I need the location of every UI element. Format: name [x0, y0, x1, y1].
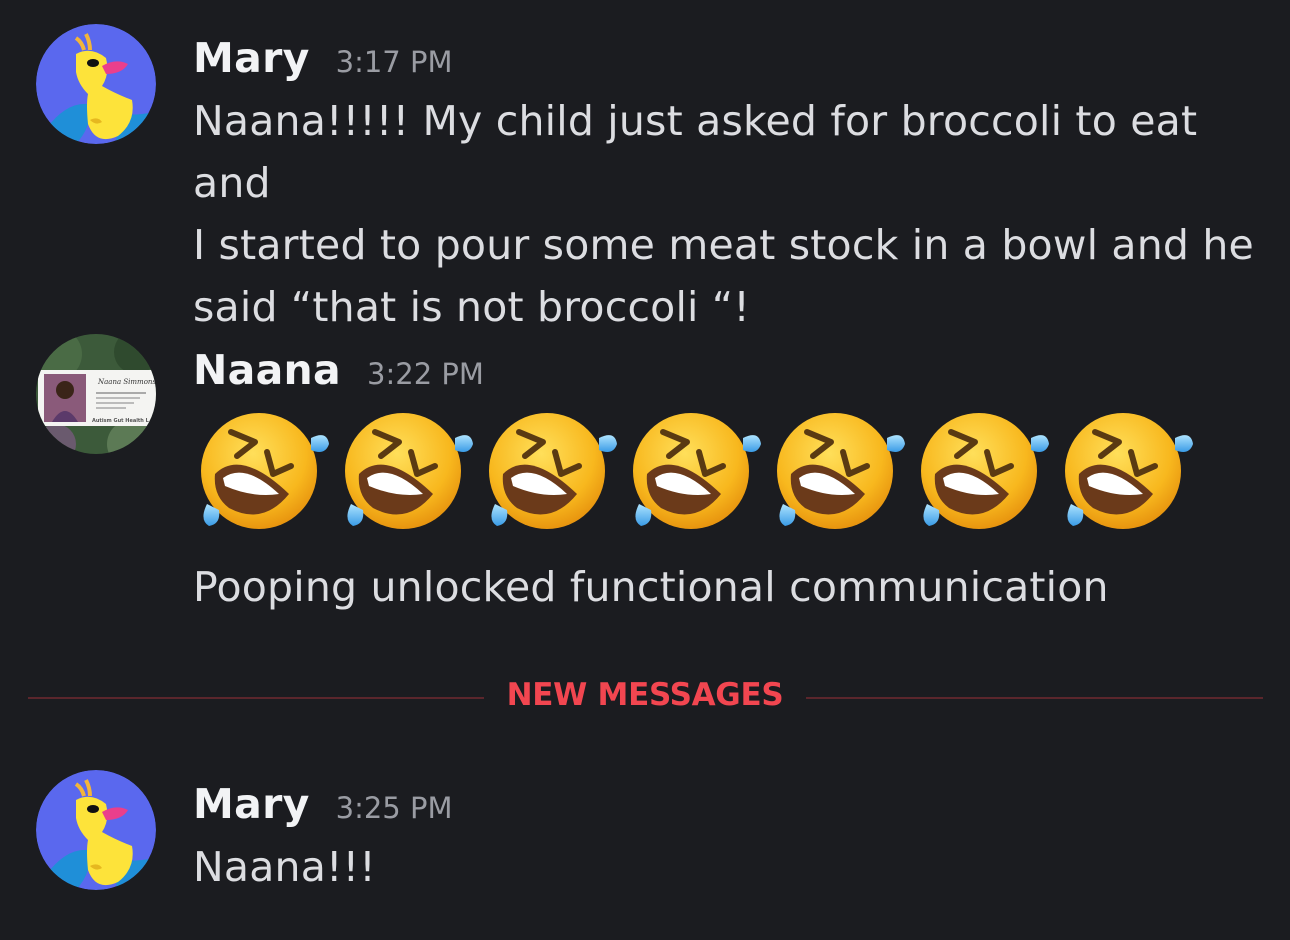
username[interactable]: Mary: [193, 780, 310, 828]
message-header: Mary 3:25 PM: [193, 780, 452, 828]
user-avatar[interactable]: [36, 24, 156, 144]
divider-line: [28, 697, 484, 699]
chat-messages: Mary 3:17 PM Naana!!!!! My child just as…: [0, 0, 1290, 940]
message-text: Pooping unlocked functional communicatio…: [193, 563, 1109, 611]
new-messages-divider: NEW MESSAGES: [28, 677, 1263, 713]
divider-line: [806, 697, 1263, 699]
message-line: said “that is not broccoli “!: [193, 283, 750, 331]
emoji-row: [193, 408, 1201, 533]
new-messages-label: NEW MESSAGES: [506, 677, 784, 713]
avatar-card-name: Naana Simmons: [97, 378, 156, 386]
user-avatar[interactable]: Naana Simmons Autism Gut Health L: [36, 334, 156, 454]
message-header: Naana 3:22 PM: [193, 346, 484, 394]
message-line: Naana!!!!! My child just asked for brocc…: [193, 97, 1198, 207]
user-avatar[interactable]: [36, 770, 156, 890]
message-header: Mary 3:17 PM: [193, 34, 452, 82]
username[interactable]: Mary: [193, 34, 310, 82]
rofl-emoji[interactable]: [337, 408, 481, 533]
rofl-emoji[interactable]: [913, 408, 1057, 533]
message-text: Naana!!!!! My child just asked for brocc…: [193, 90, 1273, 338]
timestamp: 3:17 PM: [335, 45, 453, 79]
timestamp: 3:22 PM: [367, 357, 484, 391]
duck-avatar-icon: [36, 24, 156, 144]
message-text: Naana!!!: [193, 843, 376, 891]
photo-avatar: Naana Simmons Autism Gut Health L: [36, 334, 156, 454]
rofl-emoji[interactable]: [481, 408, 625, 533]
rofl-emoji[interactable]: [625, 408, 769, 533]
duck-avatar-icon: [36, 770, 156, 890]
username[interactable]: Naana: [193, 346, 341, 394]
avatar-card-footer: Autism Gut Health L: [92, 418, 150, 424]
rofl-emoji[interactable]: [1057, 408, 1201, 533]
rofl-emoji[interactable]: [769, 408, 913, 533]
timestamp: 3:25 PM: [335, 791, 453, 825]
rofl-emoji[interactable]: [193, 408, 337, 533]
message-line: I started to pour some meat stock in a b…: [193, 221, 1254, 269]
